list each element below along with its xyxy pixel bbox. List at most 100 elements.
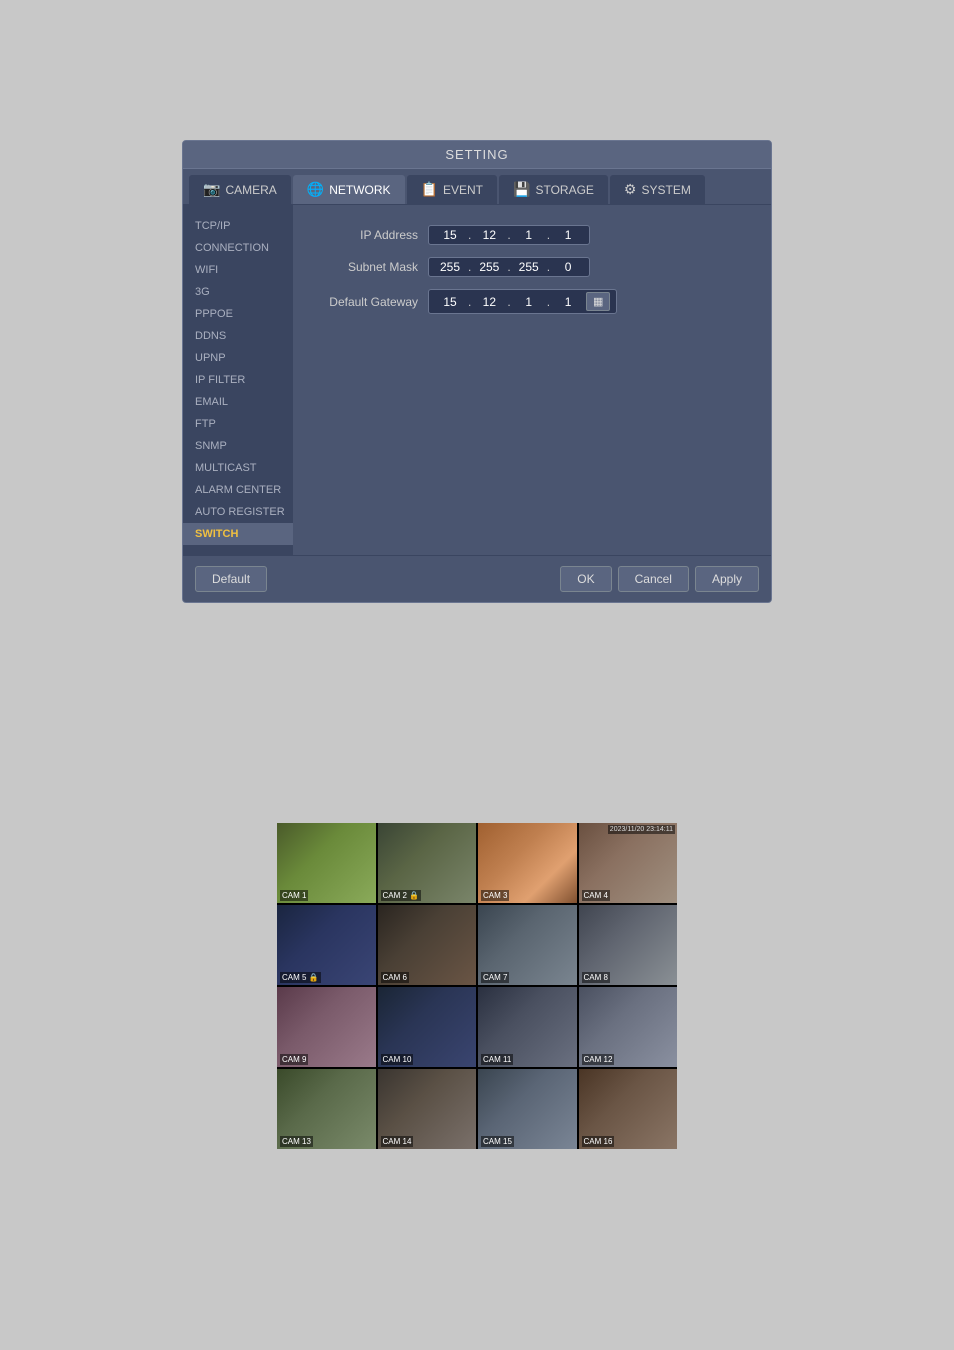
network-tab-label: NETWORK — [329, 183, 390, 197]
subnet-dot-1: . — [468, 260, 471, 274]
gateway-octet-2[interactable] — [474, 295, 504, 309]
gateway-label: Default Gateway — [308, 295, 418, 309]
gateway-dot-3: . — [547, 295, 550, 309]
cam-cell-3[interactable]: CAM 3 — [478, 823, 577, 903]
network-tab-icon: 🌐 — [307, 181, 324, 198]
ip-dot-3: . — [547, 228, 550, 242]
ip-address-field: . . . — [428, 225, 590, 245]
cam-cell-7[interactable]: CAM 7 — [478, 905, 577, 985]
cam-cell-8[interactable]: CAM 8 — [579, 905, 678, 985]
cam-label-16: CAM 16 — [582, 1136, 615, 1147]
tab-bar: 📷 CAMERA 🌐 NETWORK 📋 EVENT 💾 STORAGE ⚙ S… — [183, 169, 771, 205]
gateway-octet-1[interactable] — [435, 295, 465, 309]
sidebar-item-email[interactable]: EMAIL — [183, 391, 293, 413]
cam-label-1: CAM 1 — [280, 890, 308, 901]
cam-label-5: CAM 5 🔒 — [280, 972, 321, 983]
cam-cell-16[interactable]: CAM 16 — [579, 1069, 678, 1149]
camera-tab-label: CAMERA — [225, 183, 276, 197]
camera-grid: CAM 1 CAM 2 🔒 CAM 3 2023/11/20 23:14:11 … — [277, 823, 677, 1149]
cam-cell-9[interactable]: CAM 9 — [277, 987, 376, 1067]
page-wrapper: SETTING 📷 CAMERA 🌐 NETWORK 📋 EVENT 💾 STO… — [0, 0, 954, 1350]
tab-storage[interactable]: 💾 STORAGE — [499, 175, 608, 204]
subnet-mask-label: Subnet Mask — [308, 260, 418, 274]
tab-system[interactable]: ⚙ SYSTEM — [610, 175, 705, 204]
ip-octet-4[interactable] — [553, 228, 583, 242]
gateway-row: Default Gateway . . . ▦ — [308, 289, 756, 314]
sidebar-item-pppoe[interactable]: PPPOE — [183, 303, 293, 325]
sidebar-item-multicast[interactable]: MULTICAST — [183, 457, 293, 479]
sidebar-item-alarmcenter[interactable]: ALARM CENTER — [183, 479, 293, 501]
camera-tab-icon: 📷 — [203, 181, 220, 198]
subnet-octet-3[interactable] — [514, 260, 544, 274]
dialog-body: TCP/IP CONNECTION WIFI 3G PPPOE DDNS UPN… — [183, 205, 771, 555]
apply-button[interactable]: Apply — [695, 566, 759, 592]
event-tab-icon: 📋 — [421, 181, 438, 198]
cam-label-10: CAM 10 — [381, 1054, 414, 1065]
footer-right: OK Cancel Apply — [560, 566, 759, 592]
ok-button[interactable]: OK — [560, 566, 611, 592]
cam-label-15: CAM 15 — [481, 1136, 514, 1147]
tab-event[interactable]: 📋 EVENT — [407, 175, 497, 204]
sidebar-item-3g[interactable]: 3G — [183, 281, 293, 303]
cam-cell-4[interactable]: 2023/11/20 23:14:11 CAM 4 — [579, 823, 678, 903]
cam-cell-10[interactable]: CAM 10 — [378, 987, 477, 1067]
cam-label-6: CAM 6 — [381, 972, 409, 983]
cam-label-13: CAM 13 — [280, 1136, 313, 1147]
cam-cell-5[interactable]: CAM 5 🔒 — [277, 905, 376, 985]
sidebar-item-ddns[interactable]: DDNS — [183, 325, 293, 347]
ip-address-label: IP Address — [308, 228, 418, 242]
cam-label-12: CAM 12 — [582, 1054, 615, 1065]
system-tab-label: SYSTEM — [641, 183, 690, 197]
cam-label-14: CAM 14 — [381, 1136, 414, 1147]
ip-octet-1[interactable] — [435, 228, 465, 242]
sidebar-item-ftp[interactable]: FTP — [183, 413, 293, 435]
cam-label-3: CAM 3 — [481, 890, 509, 901]
system-tab-icon: ⚙ — [624, 181, 637, 198]
cam-cell-12[interactable]: CAM 12 — [579, 987, 678, 1067]
cam-cell-11[interactable]: CAM 11 — [478, 987, 577, 1067]
subnet-octet-4[interactable] — [553, 260, 583, 274]
tab-network[interactable]: 🌐 NETWORK — [293, 175, 405, 204]
cam-cell-2[interactable]: CAM 2 🔒 — [378, 823, 477, 903]
subnet-octet-2[interactable] — [474, 260, 504, 274]
sidebar-item-connection[interactable]: CONNECTION — [183, 237, 293, 259]
gateway-octet-3[interactable] — [514, 295, 544, 309]
gateway-octet-4[interactable] — [553, 295, 583, 309]
cam-cell-15[interactable]: CAM 15 — [478, 1069, 577, 1149]
cam-label-4: CAM 4 — [582, 890, 610, 901]
cam-cell-1[interactable]: CAM 1 — [277, 823, 376, 903]
cam-cell-13[interactable]: CAM 13 — [277, 1069, 376, 1149]
sidebar-item-tcpip[interactable]: TCP/IP — [183, 215, 293, 237]
gateway-field: . . . ▦ — [428, 289, 617, 314]
cam-cell-14[interactable]: CAM 14 — [378, 1069, 477, 1149]
dialog-footer: Default OK Cancel Apply — [183, 555, 771, 602]
ip-dot-2: . — [507, 228, 510, 242]
cam-timestamp-4: 2023/11/20 23:14:11 — [608, 825, 675, 834]
sidebar-item-snmp[interactable]: SNMP — [183, 435, 293, 457]
cam-cell-6[interactable]: CAM 6 — [378, 905, 477, 985]
gateway-browse-button[interactable]: ▦ — [586, 292, 610, 311]
subnet-mask-row: Subnet Mask . . . — [308, 257, 756, 277]
gateway-dot-2: . — [507, 295, 510, 309]
main-content: IP Address . . . Subnet Mask — [293, 205, 771, 555]
subnet-mask-field: . . . — [428, 257, 590, 277]
ip-address-row: IP Address . . . — [308, 225, 756, 245]
cam-label-11: CAM 11 — [481, 1054, 513, 1065]
sidebar: TCP/IP CONNECTION WIFI 3G PPPOE DDNS UPN… — [183, 205, 293, 555]
cancel-button[interactable]: Cancel — [618, 566, 689, 592]
sidebar-item-upnp[interactable]: UPNP — [183, 347, 293, 369]
sidebar-item-autoregister[interactable]: AUTO REGISTER — [183, 501, 293, 523]
ip-octet-3[interactable] — [514, 228, 544, 242]
cam-label-7: CAM 7 — [481, 972, 509, 983]
subnet-octet-1[interactable] — [435, 260, 465, 274]
dialog-title: SETTING — [183, 141, 771, 169]
default-button[interactable]: Default — [195, 566, 267, 592]
cam-label-2: CAM 2 🔒 — [381, 890, 422, 901]
subnet-dot-3: . — [547, 260, 550, 274]
sidebar-item-wifi[interactable]: WIFI — [183, 259, 293, 281]
tab-camera[interactable]: 📷 CAMERA — [189, 175, 291, 204]
cam-label-9: CAM 9 — [280, 1054, 308, 1065]
sidebar-item-switch[interactable]: SWITCH — [183, 523, 293, 545]
ip-octet-2[interactable] — [474, 228, 504, 242]
sidebar-item-ipfilter[interactable]: IP FILTER — [183, 369, 293, 391]
